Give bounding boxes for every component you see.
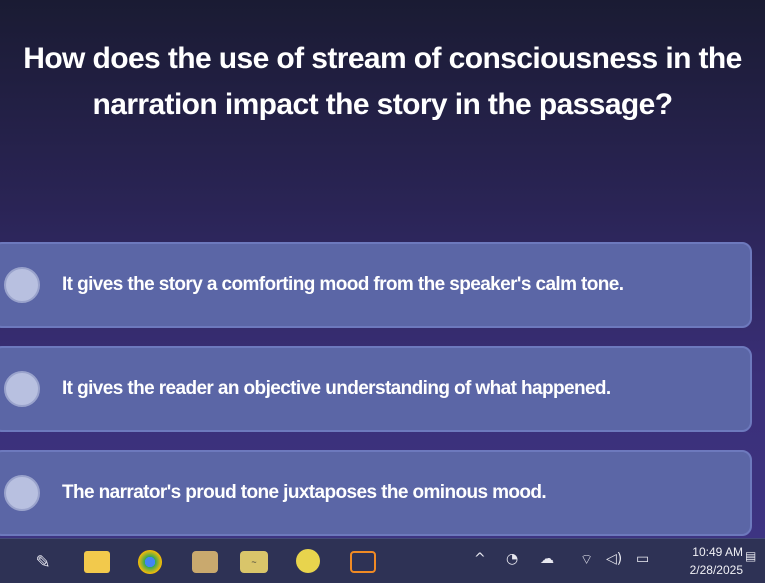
- answer-option-3[interactable]: The narrator's proud tone juxtaposes the…: [0, 450, 752, 536]
- question-line-2: narration impact the story in the passag…: [92, 88, 674, 121]
- radio-button[interactable]: [4, 267, 40, 303]
- chevron-up-icon[interactable]: ^: [474, 551, 486, 567]
- calendar-app-icon[interactable]: [192, 551, 218, 573]
- answer-label: The narrator's proud tone juxtaposes the…: [62, 482, 547, 503]
- clock[interactable]: 10:49 AM 2/28/2025: [690, 543, 743, 579]
- notification-icon[interactable]: ▤: [745, 549, 756, 563]
- handwriting-app-icon[interactable]: ~: [240, 551, 268, 573]
- wifi-icon[interactable]: ⌔: [580, 551, 593, 569]
- answer-label: It gives the story a comforting mood fro…: [62, 274, 624, 295]
- paint-icon[interactable]: [296, 549, 320, 573]
- radio-button[interactable]: [4, 371, 40, 407]
- answer-option-2[interactable]: It gives the reader an objective underst…: [0, 346, 752, 432]
- recorder-icon[interactable]: ◔: [506, 551, 518, 567]
- clock-time: 10:49 AM: [692, 545, 743, 559]
- question-text: How does the use of stream of consciousn…: [0, 36, 765, 128]
- cloud-icon[interactable]: ☁: [540, 551, 554, 567]
- file-explorer-icon[interactable]: [84, 551, 110, 573]
- radio-button[interactable]: [4, 475, 40, 511]
- taskbar: ✎ ~ ^ ◔ ☁ ⌔ ◁) ▭ 10:49 AM 2/28/2025 ▤: [0, 538, 765, 583]
- answer-label: It gives the reader an objective underst…: [62, 378, 611, 399]
- chrome-icon[interactable]: [138, 550, 162, 574]
- speaker-icon[interactable]: ◁): [606, 551, 622, 567]
- question-line-1: How does the use of stream of consciousn…: [23, 42, 742, 75]
- battery-icon[interactable]: ▭: [636, 551, 649, 567]
- pen-icon[interactable]: ✎: [30, 551, 56, 573]
- answer-option-1[interactable]: It gives the story a comforting mood fro…: [0, 242, 752, 328]
- kami-icon[interactable]: [350, 551, 376, 573]
- clock-date: 2/28/2025: [689, 563, 743, 577]
